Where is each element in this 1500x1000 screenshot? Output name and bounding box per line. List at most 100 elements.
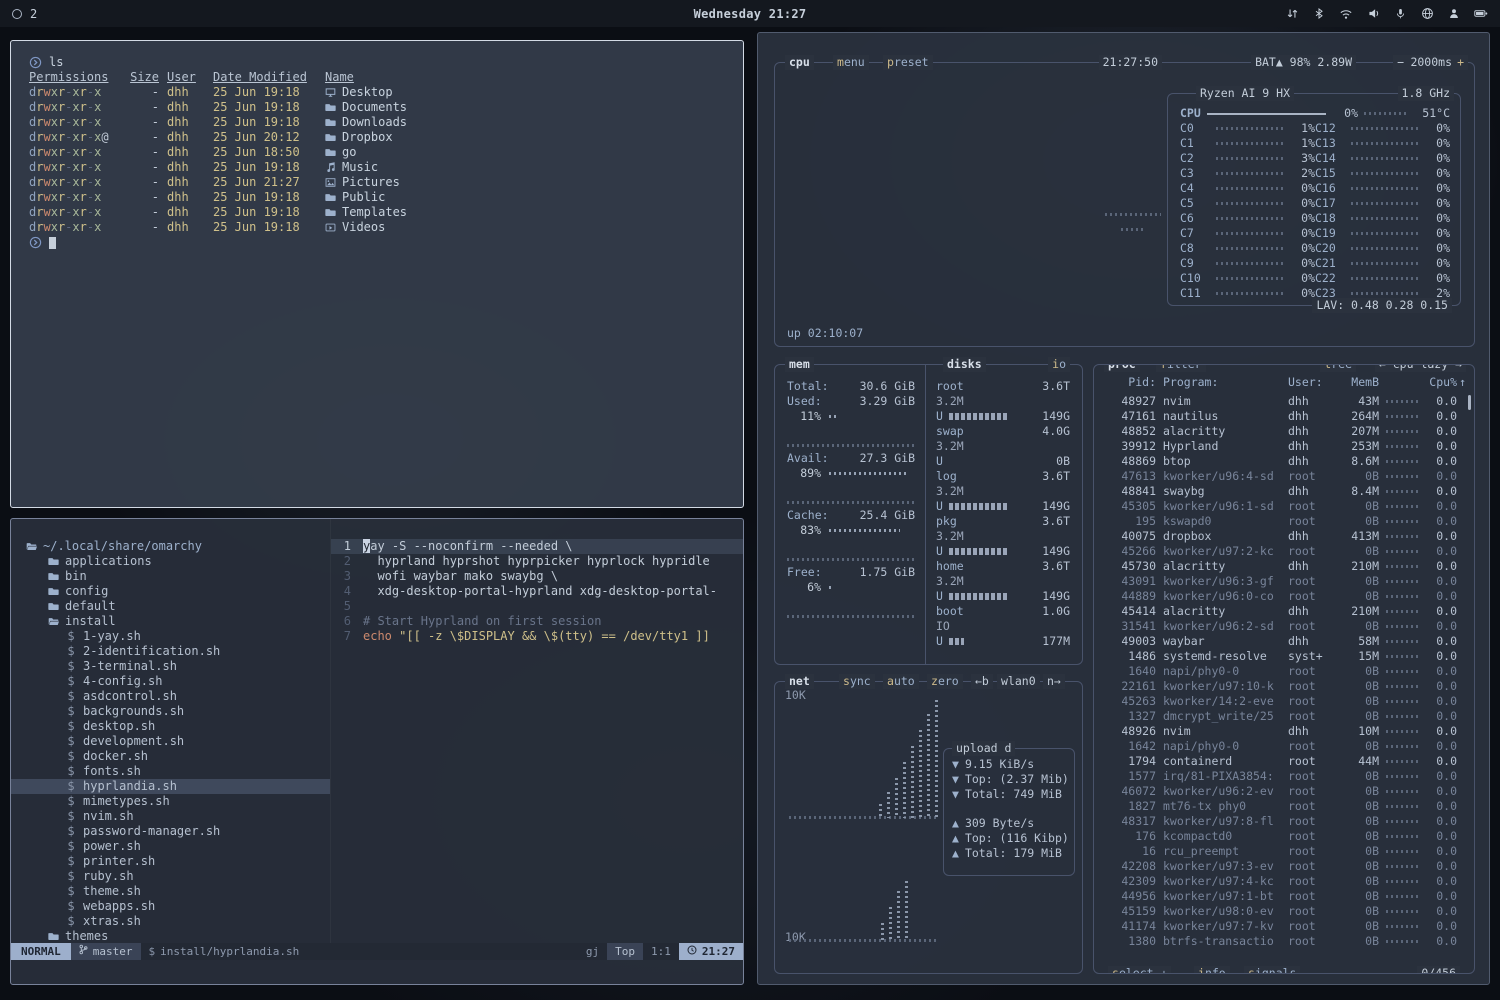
signals-button[interactable]: signals — [1244, 966, 1300, 974]
process-row[interactable]: 42208kworker/u97:3-evroot0B0.0 — [1094, 859, 1474, 874]
swap-arrows-icon[interactable] — [1285, 7, 1299, 21]
process-row[interactable]: 39912Hyprlanddhh253M0.0 — [1094, 439, 1474, 454]
process-row[interactable]: 45266kworker/u97:2-kcroot0B0.0 — [1094, 544, 1474, 559]
process-row[interactable]: 49003waybardhh58M0.0 — [1094, 634, 1474, 649]
process-row[interactable]: 42309kworker/u97:4-kcroot0B0.0 — [1094, 874, 1474, 889]
tree-file-fonts.sh[interactable]: $fonts.sh — [11, 764, 330, 779]
tree-file-xtras.sh[interactable]: $xtras.sh — [11, 914, 330, 929]
process-row[interactable]: 1827mt76-tx phy0root0B0.0 — [1094, 799, 1474, 814]
header-memb[interactable]: MemB — [1339, 375, 1379, 390]
filter-button[interactable]: filter — [1156, 364, 1206, 372]
process-row[interactable]: 45159kworker/u98:0-evroot0B0.0 — [1094, 904, 1474, 919]
header-program[interactable]: Program: — [1163, 375, 1281, 390]
process-row[interactable]: 44956kworker/u97:1-btroot0B0.0 — [1094, 889, 1474, 904]
wifi-icon[interactable] — [1339, 7, 1353, 21]
buffer-line[interactable]: 1yay -S --noconfirm --needed \ — [331, 539, 743, 554]
process-row[interactable]: 1642napi/phy0-0root0B0.0 — [1094, 739, 1474, 754]
battery-icon[interactable] — [1474, 7, 1488, 21]
tree-file-mimetypes.sh[interactable]: $mimetypes.sh — [11, 794, 330, 809]
process-row[interactable]: 47161nautilusdhh264M0.0 — [1094, 409, 1474, 424]
tree-toggle-button[interactable]: tree — [1320, 364, 1356, 372]
process-row[interactable]: 45305kworker/u96:1-sdroot0B0.0 — [1094, 499, 1474, 514]
tree-file-ruby.sh[interactable]: $ruby.sh — [11, 869, 330, 884]
tree-root[interactable]: ~/.local/share/omarchy — [11, 539, 330, 554]
process-row[interactable]: 45414alacrittydhh210M0.0 — [1094, 604, 1474, 619]
process-row[interactable]: 48317kworker/u97:8-flroot0B0.0 — [1094, 814, 1474, 829]
process-row[interactable]: 46072kworker/u96:2-evroot0B0.0 — [1094, 784, 1474, 799]
process-row[interactable]: 48852alacrittydhh207M0.0 — [1094, 424, 1474, 439]
header-cpu[interactable]: Cpu% — [1427, 375, 1457, 390]
tree-dir-install[interactable]: install — [11, 614, 330, 629]
tree-dir-applications[interactable]: applications — [11, 554, 330, 569]
process-row[interactable]: 1640napi/phy0-0root0B0.0 — [1094, 664, 1474, 679]
process-row[interactable]: 1327dmcrypt_write/25root0B0.0 — [1094, 709, 1474, 724]
process-row[interactable]: 48926nvimdhh10M0.0 — [1094, 724, 1474, 739]
buffer-line[interactable]: 5 — [331, 599, 743, 614]
editor-buffer[interactable]: 1yay -S --noconfirm --needed \2 hyprland… — [331, 519, 743, 943]
tree-file-printer.sh[interactable]: $printer.sh — [11, 854, 330, 869]
tree-file-docker.sh[interactable]: $docker.sh — [11, 749, 330, 764]
process-row[interactable]: 48841swaybgdhh8.4M0.0 — [1094, 484, 1474, 499]
tree-file-hyprlandia.sh[interactable]: $hyprlandia.sh — [11, 779, 330, 794]
iface-prev-button[interactable]: ←b — [971, 674, 993, 689]
buffer-line[interactable]: 7echo "[[ -z \$DISPLAY && \$(tty) == /de… — [331, 629, 743, 644]
tree-file-2-identification.sh[interactable]: $2-identification.sh — [11, 644, 330, 659]
process-row[interactable]: 31541kworker/u96:2-sdroot0B0.0 — [1094, 619, 1474, 634]
process-row[interactable]: 1794containerdroot44M0.0 — [1094, 754, 1474, 769]
volume-icon[interactable] — [1366, 7, 1380, 21]
process-row[interactable]: 40075dropboxdhh413M0.0 — [1094, 529, 1474, 544]
tree-dir-config[interactable]: config — [11, 584, 330, 599]
sort-selector[interactable]: ← cpu lazy → — [1375, 364, 1466, 372]
tree-file-nvim.sh[interactable]: $nvim.sh — [11, 809, 330, 824]
tree-file-asdcontrol.sh[interactable]: $asdcontrol.sh — [11, 689, 330, 704]
buffer-line[interactable]: 4 xdg-desktop-portal-hyprland xdg-deskto… — [331, 584, 743, 599]
process-row[interactable]: 43091kworker/u96:3-gfroot0B0.0 — [1094, 574, 1474, 589]
buffer-line[interactable]: 3 wofi waybar mako swaybg \ — [331, 569, 743, 584]
tree-file-desktop.sh[interactable]: $desktop.sh — [11, 719, 330, 734]
header-user[interactable]: User: — [1288, 375, 1332, 390]
net-sync-button[interactable]: sync — [839, 674, 875, 689]
process-row[interactable]: 47613kworker/u96:4-sdroot0B0.0 — [1094, 469, 1474, 484]
process-row[interactable]: 41174kworker/u97:7-kvroot0B0.0 — [1094, 919, 1474, 934]
mic-icon[interactable] — [1393, 7, 1407, 21]
scroll-up-arrow[interactable]: ↑ — [1459, 375, 1466, 390]
globe-icon[interactable] — [1420, 7, 1434, 21]
process-row[interactable]: 45263kworker/14:2-everoot0B0.0 — [1094, 694, 1474, 709]
net-auto-button[interactable]: auto — [883, 674, 919, 689]
command-line-area[interactable] — [11, 960, 743, 984]
tree-file-password-manager.sh[interactable]: $password-manager.sh — [11, 824, 330, 839]
tree-file-1-yay.sh[interactable]: $1-yay.sh — [11, 629, 330, 644]
process-row[interactable]: 195kswapd0root0B0.0 — [1094, 514, 1474, 529]
preset-button[interactable]: preset — [883, 55, 933, 70]
tree-file-power.sh[interactable]: $power.sh — [11, 839, 330, 854]
tree-file-4-config.sh[interactable]: $4-config.sh — [11, 674, 330, 689]
menu-button[interactable]: menu — [833, 55, 869, 70]
buffer-line[interactable]: 2 hyprland hyprshot hyprpicker hyprlock … — [331, 554, 743, 569]
process-row[interactable]: 1380btrfs-transactioroot0B0.0 — [1094, 934, 1474, 949]
process-row[interactable]: 16rcu_preemptroot0B0.0 — [1094, 844, 1474, 859]
process-row[interactable]: 44889kworker/u96:0-coroot0B0.0 — [1094, 589, 1474, 604]
iface-next-button[interactable]: n→ — [1043, 674, 1065, 689]
person-icon[interactable] — [1447, 7, 1461, 21]
scrollbar-thumb[interactable] — [1468, 395, 1471, 410]
process-row[interactable]: 1486systemd-resolvesyst+15M0.0 — [1094, 649, 1474, 664]
tree-dir-themes[interactable]: themes — [11, 929, 330, 943]
workspace-indicator[interactable]: 2 — [30, 7, 37, 21]
bluetooth-icon[interactable] — [1312, 7, 1326, 21]
header-pid[interactable]: Pid: — [1106, 375, 1156, 390]
buffer-line[interactable]: 6# Start Hyprland on first session — [331, 614, 743, 629]
tree-file-development.sh[interactable]: $development.sh — [11, 734, 330, 749]
process-row[interactable]: 45730alacrittydhh210M0.0 — [1094, 559, 1474, 574]
tree-file-3-terminal.sh[interactable]: $3-terminal.sh — [11, 659, 330, 674]
select-button[interactable]: select ↓ — [1108, 966, 1171, 974]
tree-dir-bin[interactable]: bin — [11, 569, 330, 584]
process-row[interactable]: 1577irq/81-PIXA3854:root0B0.0 — [1094, 769, 1474, 784]
info-button[interactable]: info — [1194, 966, 1230, 974]
process-row[interactable]: 48869btopdhh8.6M0.0 — [1094, 454, 1474, 469]
tree-file-webapps.sh[interactable]: $webapps.sh — [11, 899, 330, 914]
interval-plus-button[interactable]: + — [1453, 55, 1468, 70]
tree-file-backgrounds.sh[interactable]: $backgrounds.sh — [11, 704, 330, 719]
net-zero-button[interactable]: zero — [927, 674, 963, 689]
process-row[interactable]: 22161kworker/u97:10-kroot0B0.0 — [1094, 679, 1474, 694]
process-row[interactable]: 48927nvimdhh43M0.0 — [1094, 394, 1474, 409]
